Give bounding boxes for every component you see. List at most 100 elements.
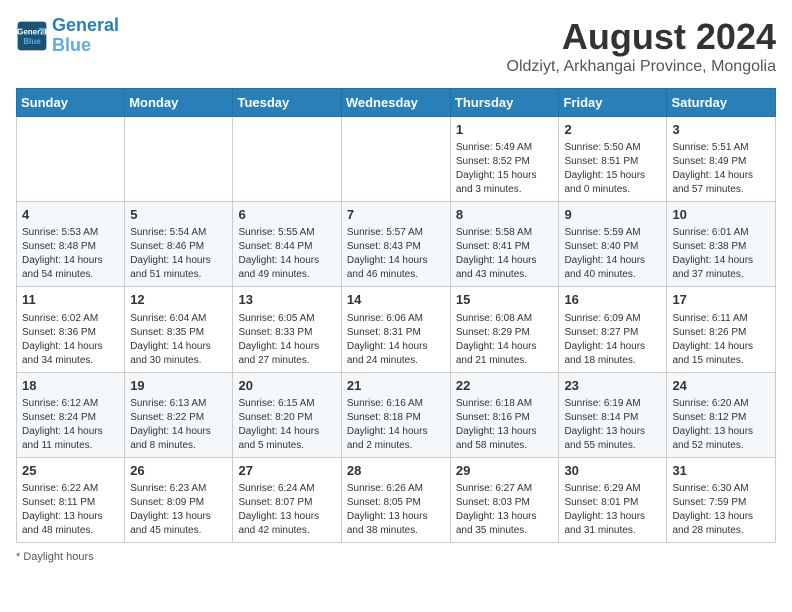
day-info: Sunrise: 6:24 AM Sunset: 8:07 PM Dayligh… xyxy=(238,482,335,538)
day-number: 28 xyxy=(347,462,445,480)
day-number: 8 xyxy=(456,206,554,224)
day-header-thursday: Thursday xyxy=(450,89,559,117)
calendar-cell: 18 Sunrise: 6:12 AM Sunset: 8:24 PM Dayli… xyxy=(17,372,125,457)
calendar-cell xyxy=(233,117,341,202)
calendar-week-1: 1 Sunrise: 5:49 AM Sunset: 8:52 PM Daylig… xyxy=(17,117,776,202)
day-info: Sunrise: 5:49 AM Sunset: 8:52 PM Dayligh… xyxy=(456,141,554,197)
day-number: 31 xyxy=(672,462,770,480)
svg-text:Blue: Blue xyxy=(23,37,41,46)
day-number: 25 xyxy=(22,462,119,480)
calendar-cell: 8 Sunrise: 5:58 AM Sunset: 8:41 PM Daylig… xyxy=(450,202,559,287)
calendar-cell: 27Sunrise: 6:24 AM Sunset: 8:07 PM Dayli… xyxy=(233,457,341,542)
calendar-cell: 5 Sunrise: 5:54 AM Sunset: 8:46 PM Daylig… xyxy=(125,202,233,287)
day-number: 9 xyxy=(564,206,661,224)
day-number: 3 xyxy=(672,121,770,139)
day-info: Sunrise: 6:15 AM Sunset: 8:20 PM Dayligh… xyxy=(238,397,335,453)
calendar-cell: 6 Sunrise: 5:55 AM Sunset: 8:44 PM Daylig… xyxy=(233,202,341,287)
calendar-cell: 16 Sunrise: 6:09 AM Sunset: 8:27 PM Dayli… xyxy=(559,287,667,372)
calendar-cell: 24Sunrise: 6:20 AM Sunset: 8:12 PM Dayli… xyxy=(667,372,776,457)
day-number: 18 xyxy=(22,377,119,395)
daylight-hours-label: Daylight hours xyxy=(23,551,93,563)
day-number: 22 xyxy=(456,377,554,395)
day-info: Sunrise: 5:53 AM Sunset: 8:48 PM Dayligh… xyxy=(22,226,119,282)
calendar-table: SundayMondayTuesdayWednesdayThursdayFrid… xyxy=(16,88,776,543)
day-info: Sunrise: 6:11 AM Sunset: 8:26 PM Dayligh… xyxy=(672,312,770,368)
day-number: 21 xyxy=(347,377,445,395)
calendar-cell: 25 Sunrise: 6:22 AM Sunset: 8:11 PM Dayli… xyxy=(17,457,125,542)
day-number: 4 xyxy=(22,206,119,224)
calendar-cell: 14Sunrise: 6:06 AM Sunset: 8:31 PM Dayli… xyxy=(341,287,450,372)
day-info: Sunrise: 6:20 AM Sunset: 8:12 PM Dayligh… xyxy=(672,397,770,453)
calendar-cell: 15 Sunrise: 6:08 AM Sunset: 8:29 PM Dayli… xyxy=(450,287,559,372)
logo-line2: Blue xyxy=(52,35,91,55)
day-number: 30 xyxy=(564,462,661,480)
calendar-cell: 17 Sunrise: 6:11 AM Sunset: 8:26 PM Dayli… xyxy=(667,287,776,372)
day-number: 23 xyxy=(564,377,661,395)
day-number: 19 xyxy=(130,377,227,395)
day-number: 12 xyxy=(130,291,227,309)
calendar-cell: 19 Sunrise: 6:13 AM Sunset: 8:22 PM Dayli… xyxy=(125,372,233,457)
calendar-cell: 28Sunrise: 6:26 AM Sunset: 8:05 PM Dayli… xyxy=(341,457,450,542)
day-number: 1 xyxy=(456,121,554,139)
day-number: 2 xyxy=(564,121,661,139)
calendar-cell xyxy=(125,117,233,202)
day-info: Sunrise: 6:09 AM Sunset: 8:27 PM Dayligh… xyxy=(564,312,661,368)
day-info: Sunrise: 6:02 AM Sunset: 8:36 PM Dayligh… xyxy=(22,312,119,368)
day-info: Sunrise: 6:12 AM Sunset: 8:24 PM Dayligh… xyxy=(22,397,119,453)
day-header-wednesday: Wednesday xyxy=(341,89,450,117)
day-info: Sunrise: 5:57 AM Sunset: 8:43 PM Dayligh… xyxy=(347,226,445,282)
calendar-week-4: 18 Sunrise: 6:12 AM Sunset: 8:24 PM Dayli… xyxy=(17,372,776,457)
logo: General Blue General Blue xyxy=(16,16,119,56)
day-info: Sunrise: 6:05 AM Sunset: 8:33 PM Dayligh… xyxy=(238,312,335,368)
day-number: 15 xyxy=(456,291,554,309)
calendar-week-3: 11Sunrise: 6:02 AM Sunset: 8:36 PM Dayli… xyxy=(17,287,776,372)
day-info: Sunrise: 6:18 AM Sunset: 8:16 PM Dayligh… xyxy=(456,397,554,453)
day-info: Sunrise: 6:19 AM Sunset: 8:14 PM Dayligh… xyxy=(564,397,661,453)
calendar-cell: 7 Sunrise: 5:57 AM Sunset: 8:43 PM Daylig… xyxy=(341,202,450,287)
logo-text: General Blue xyxy=(52,16,119,56)
day-header-monday: Monday xyxy=(125,89,233,117)
day-info: Sunrise: 5:59 AM Sunset: 8:40 PM Dayligh… xyxy=(564,226,661,282)
day-info: Sunrise: 5:55 AM Sunset: 8:44 PM Dayligh… xyxy=(238,226,335,282)
footer-note: * Daylight hours xyxy=(16,551,776,563)
day-number: 17 xyxy=(672,291,770,309)
calendar-cell: 4 Sunrise: 5:53 AM Sunset: 8:48 PM Daylig… xyxy=(17,202,125,287)
day-number: 20 xyxy=(238,377,335,395)
calendar-cell: 31Sunrise: 6:30 AM Sunset: 7:59 PM Dayli… xyxy=(667,457,776,542)
day-info: Sunrise: 6:22 AM Sunset: 8:11 PM Dayligh… xyxy=(22,482,119,538)
day-number: 10 xyxy=(672,206,770,224)
day-number: 7 xyxy=(347,206,445,224)
day-info: Sunrise: 6:04 AM Sunset: 8:35 PM Dayligh… xyxy=(130,312,227,368)
day-info: Sunrise: 5:54 AM Sunset: 8:46 PM Dayligh… xyxy=(130,226,227,282)
day-header-friday: Friday xyxy=(559,89,667,117)
header: General Blue General Blue August 2024 Ol… xyxy=(16,16,776,76)
month-title: August 2024 xyxy=(507,16,776,58)
day-header-sunday: Sunday xyxy=(17,89,125,117)
day-info: Sunrise: 5:58 AM Sunset: 8:41 PM Dayligh… xyxy=(456,226,554,282)
calendar-cell: 1 Sunrise: 5:49 AM Sunset: 8:52 PM Daylig… xyxy=(450,117,559,202)
day-info: Sunrise: 6:08 AM Sunset: 8:29 PM Dayligh… xyxy=(456,312,554,368)
calendar-cell: 11Sunrise: 6:02 AM Sunset: 8:36 PM Dayli… xyxy=(17,287,125,372)
day-number: 14 xyxy=(347,291,445,309)
day-info: Sunrise: 6:13 AM Sunset: 8:22 PM Dayligh… xyxy=(130,397,227,453)
calendar-week-5: 25 Sunrise: 6:22 AM Sunset: 8:11 PM Dayli… xyxy=(17,457,776,542)
day-number: 16 xyxy=(564,291,661,309)
calendar-cell: 3Sunrise: 5:51 AM Sunset: 8:49 PM Daylig… xyxy=(667,117,776,202)
calendar-cell: 29Sunrise: 6:27 AM Sunset: 8:03 PM Dayli… xyxy=(450,457,559,542)
logo-line1: General xyxy=(52,15,119,35)
day-header-saturday: Saturday xyxy=(667,89,776,117)
day-number: 29 xyxy=(456,462,554,480)
day-number: 5 xyxy=(130,206,227,224)
day-number: 26 xyxy=(130,462,227,480)
day-info: Sunrise: 5:50 AM Sunset: 8:51 PM Dayligh… xyxy=(564,141,661,197)
calendar-cell: 13Sunrise: 6:05 AM Sunset: 8:33 PM Dayli… xyxy=(233,287,341,372)
day-number: 6 xyxy=(238,206,335,224)
calendar-cell: 23 Sunrise: 6:19 AM Sunset: 8:14 PM Dayli… xyxy=(559,372,667,457)
title-area: August 2024 Oldziyt, Arkhangai Province,… xyxy=(507,16,776,76)
location-subtitle: Oldziyt, Arkhangai Province, Mongolia xyxy=(507,58,776,76)
day-info: Sunrise: 6:29 AM Sunset: 8:01 PM Dayligh… xyxy=(564,482,661,538)
calendar-cell: 21Sunrise: 6:16 AM Sunset: 8:18 PM Dayli… xyxy=(341,372,450,457)
calendar-cell: 26Sunrise: 6:23 AM Sunset: 8:09 PM Dayli… xyxy=(125,457,233,542)
calendar-cell xyxy=(17,117,125,202)
calendar-cell: 30 Sunrise: 6:29 AM Sunset: 8:01 PM Dayli… xyxy=(559,457,667,542)
